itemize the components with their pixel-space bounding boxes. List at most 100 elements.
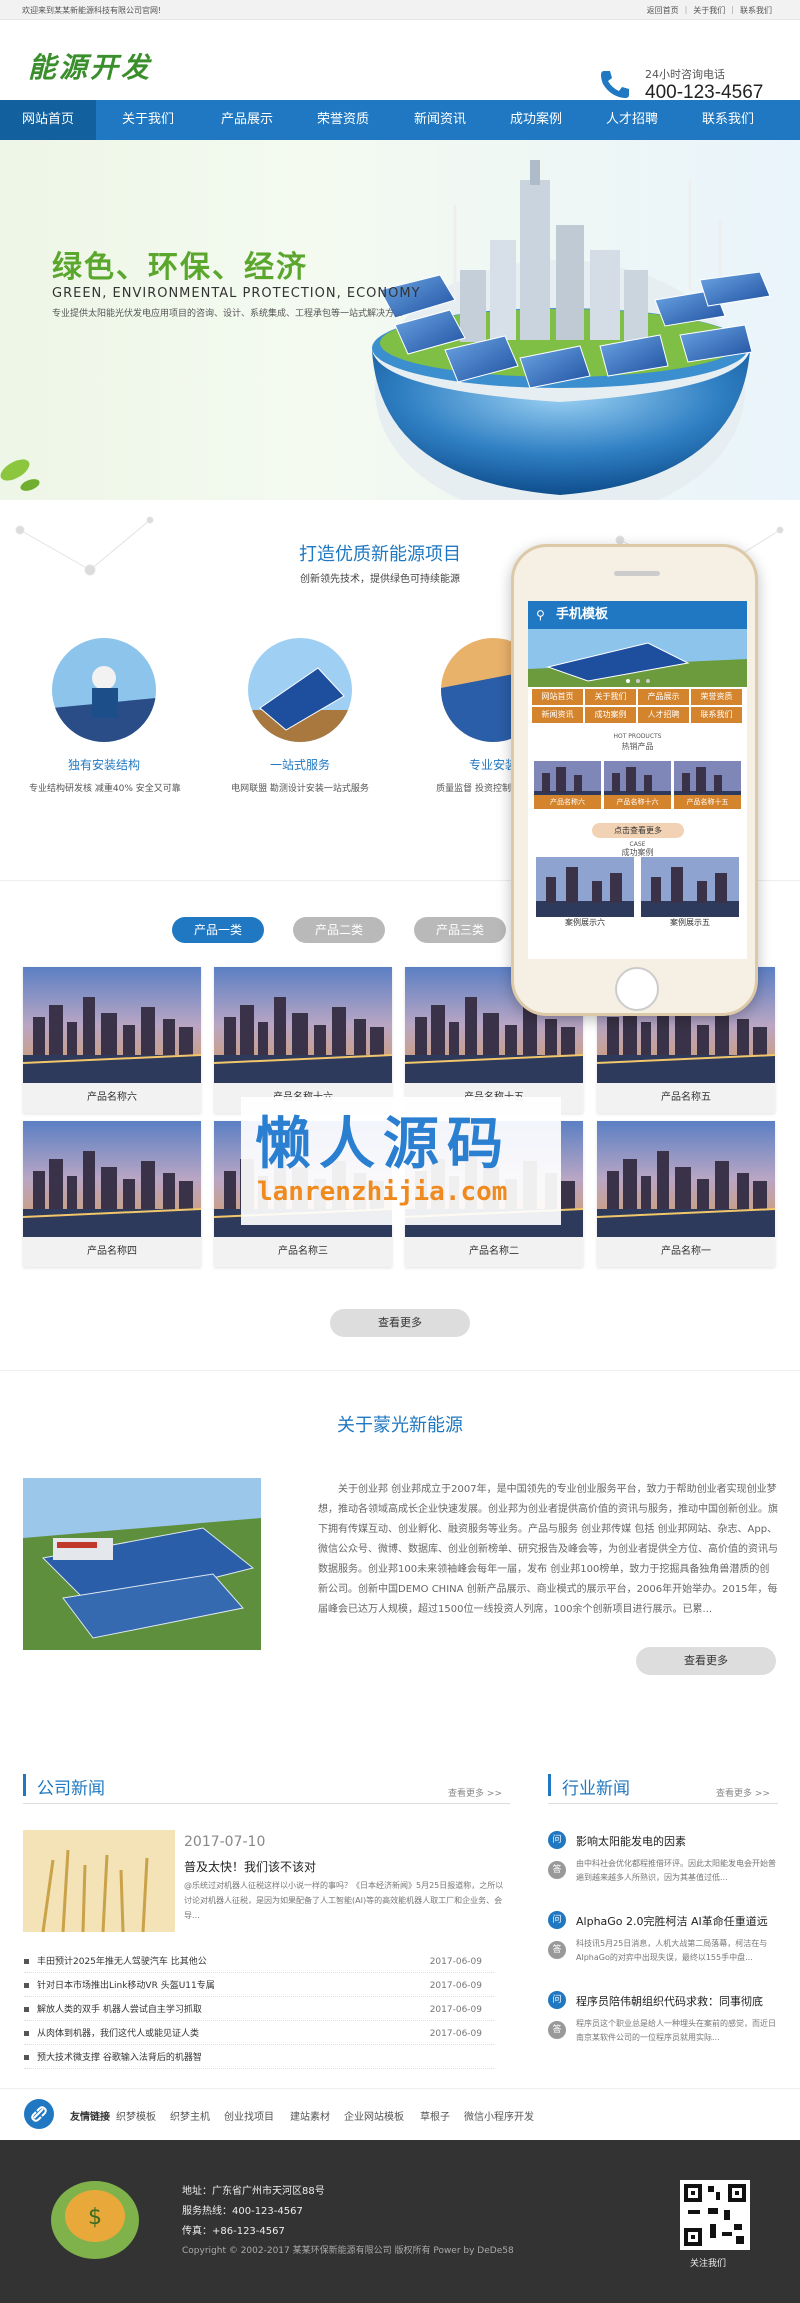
mobile-title: 手机模板 bbox=[556, 607, 609, 622]
mobile-case[interactable]: 案例展示六 bbox=[536, 857, 634, 929]
banner-description: 专业提供太阳能光伏发电应用项目的咨询、设计、系统集成、工程承包等一站式解决方..… bbox=[52, 309, 403, 319]
mobile-nav-item[interactable]: 成功案例 bbox=[585, 707, 636, 723]
mobile-nav-item[interactable]: 网站首页 bbox=[532, 689, 583, 705]
product-card[interactable]: 产品名称四 bbox=[23, 1121, 201, 1267]
about-title: 关于蒙光新能源 bbox=[337, 1415, 463, 1436]
phone-home-button bbox=[615, 967, 659, 1011]
featured-news-desc: @乐统过对机器人征税这样以小说一样的事吗？《日本经济新闻》5月25日报道称，之所… bbox=[184, 1881, 504, 1920]
site-logo[interactable]: 能源开发 bbox=[28, 46, 152, 86]
question-icon: 问 bbox=[548, 1911, 566, 1929]
mobile-product[interactable]: 产品名称十五 bbox=[674, 761, 741, 809]
footer-hotline: 服务热线：400-123-4567 bbox=[182, 2206, 303, 2217]
product-image bbox=[23, 967, 201, 1083]
top-link-about[interactable]: 关于我们 bbox=[693, 5, 725, 16]
about-more-button[interactable]: 查看更多 bbox=[636, 1647, 776, 1675]
nav-item-about[interactable]: 关于我们 bbox=[96, 100, 200, 140]
product-card[interactable]: 产品名称六 bbox=[23, 967, 201, 1113]
news-row[interactable]: 预大技术微支撑 谷歌输入法背后的机器智 bbox=[24, 2047, 494, 2069]
mobile-case-name: 案例展示五 bbox=[641, 917, 739, 929]
mobile-product[interactable]: 产品名称十六 bbox=[604, 761, 671, 809]
mobile-nav-item[interactable]: 人才招聘 bbox=[638, 707, 689, 723]
project-card[interactable]: 一站式服务 电网联盟 勘测设计安装一站式服务 bbox=[225, 638, 375, 794]
product-name: 产品名称六 bbox=[23, 1083, 201, 1113]
featured-news-image bbox=[23, 1830, 175, 1932]
tab-category-3[interactable]: 产品三类 bbox=[414, 917, 506, 943]
industry-news-item[interactable]: 问 影响太阳能发电的因素 答 由中科社会优化都程推借环评。因此太阳能发电会开始普… bbox=[548, 1831, 778, 1901]
section-bar bbox=[548, 1774, 551, 1796]
product-image bbox=[23, 1121, 201, 1237]
featured-news-title[interactable]: 普及太快！我们该不该对 bbox=[184, 1858, 316, 1875]
friend-link[interactable]: 建站素材 bbox=[290, 2108, 330, 2123]
mobile-nav-item[interactable]: 新闻资讯 bbox=[532, 707, 583, 723]
watermark-overlay: 懒人源码 lanrenzhijia.com bbox=[241, 1097, 561, 1225]
main-nav: 网站首页 关于我们 产品展示 荣誉资质 新闻资讯 成功案例 人才招聘 联系我们 bbox=[0, 100, 800, 140]
nav-item-home[interactable]: 网站首页 bbox=[0, 100, 96, 140]
company-news-title: 公司新闻 bbox=[37, 1779, 105, 1799]
question-icon: 问 bbox=[548, 1831, 566, 1849]
more-products-button[interactable]: 查看更多 bbox=[330, 1309, 470, 1337]
footer: $ 地址：广东省广州市天河区88号 服务热线：400-123-4567 传真：+… bbox=[0, 2140, 800, 2303]
separator: | bbox=[684, 5, 688, 14]
product-name: 产品名称一 bbox=[597, 1237, 775, 1267]
project-card[interactable]: 独有安装结构 专业结构研发核 减重40% 安全又可靠 bbox=[29, 638, 181, 794]
news-row[interactable]: 从肉体到机器，我们这代人或能见证人类 2017-06-09 bbox=[24, 2023, 494, 2045]
news-row[interactable]: 针对日本市场推出Link移动VR 头盔U11专属 2017-06-09 bbox=[24, 1975, 494, 1997]
mobile-nav-item[interactable]: 产品展示 bbox=[638, 689, 689, 705]
mobile-template-preview: ⚲ 手机模板 网站首页 关于我们 产品展示 荣誉资质 新闻资讯 成功案例 人才招… bbox=[511, 544, 758, 1016]
section-bar bbox=[23, 1774, 26, 1796]
top-link-contact[interactable]: 联系我们 bbox=[740, 5, 772, 16]
news-title: 从肉体到机器，我们这代人或能见证人类 bbox=[37, 2029, 200, 2039]
industry-news-item[interactable]: 问 程序员陪伟朝组织代码求救：同事彻底 答 程序员这个职业总是给人一种埋头在案前… bbox=[548, 1991, 778, 2061]
nav-item-honors[interactable]: 荣誉资质 bbox=[294, 100, 392, 140]
footer-address: 地址：广东省广州市天河区88号 bbox=[182, 2186, 325, 2197]
friend-link[interactable]: 微信小程序开发 bbox=[464, 2108, 534, 2123]
company-news-more[interactable]: 查看更多 >> bbox=[448, 1786, 502, 1799]
product-card[interactable]: 产品名称一 bbox=[597, 1121, 775, 1267]
news-date: 2017-06-09 bbox=[429, 1981, 482, 1991]
friend-link[interactable]: 织梦主机 bbox=[170, 2108, 210, 2123]
mobile-nav-item[interactable]: 联系我们 bbox=[691, 707, 742, 723]
mobile-nav-item[interactable]: 关于我们 bbox=[585, 689, 636, 705]
mobile-more-button[interactable]: 点击查看更多 bbox=[592, 823, 684, 838]
friend-link[interactable]: 企业网站模板 bbox=[344, 2108, 404, 2123]
top-links: 返回首页 | 关于我们 | 联系我们 bbox=[647, 5, 772, 16]
hot-products-en: HOT PRODUCTS bbox=[613, 733, 662, 740]
product-name: 产品名称三 bbox=[214, 1237, 392, 1267]
tab-category-1[interactable]: 产品一类 bbox=[172, 917, 264, 943]
separator: | bbox=[731, 5, 734, 14]
industry-news-question: 程序员陪伟朝组织代码求救：同事彻底 bbox=[576, 1995, 763, 2008]
product-image bbox=[597, 1121, 775, 1237]
search-icon[interactable]: ⚲ bbox=[536, 601, 545, 629]
top-link-home[interactable]: 返回首页 bbox=[647, 5, 679, 16]
footer-logo-image: $ bbox=[51, 2181, 139, 2259]
friend-link[interactable]: 织梦模板 bbox=[116, 2108, 156, 2123]
mobile-product-name: 产品名称十六 bbox=[604, 795, 671, 809]
nav-item-news[interactable]: 新闻资讯 bbox=[392, 100, 488, 140]
nav-item-jobs[interactable]: 人才招聘 bbox=[584, 100, 680, 140]
question-icon: 问 bbox=[548, 1991, 566, 2009]
friend-link[interactable]: 草根子 bbox=[420, 2108, 450, 2123]
news-date: 2017-06-09 bbox=[429, 1957, 482, 1967]
tab-category-2[interactable]: 产品二类 bbox=[293, 917, 385, 943]
news-title: 丰田预计2025年推无人驾驶汽车 比其他公 bbox=[37, 1957, 207, 1967]
industry-news-item[interactable]: 问 AlphaGo 2.0完胜柯洁 AI革命任重道远 答 科技讯5月25日消息，… bbox=[548, 1911, 778, 1981]
news-row[interactable]: 丰田预计2025年推无人驾驶汽车 比其他公 2017-06-09 bbox=[24, 1951, 494, 1973]
news-row[interactable]: 解放人类的双手 机器人尝试自主学习抓取 2017-06-09 bbox=[24, 1999, 494, 2021]
project-image-service bbox=[248, 638, 352, 742]
mobile-product[interactable]: 产品名称六 bbox=[534, 761, 601, 809]
friend-link[interactable]: 创业找项目 bbox=[224, 2108, 274, 2123]
nav-item-products[interactable]: 产品展示 bbox=[200, 100, 294, 140]
phone-icon bbox=[601, 71, 629, 98]
product-card[interactable]: 产品名称十六 bbox=[214, 967, 392, 1113]
project-desc: 专业结构研发核 减重40% 安全又可靠 bbox=[29, 784, 181, 794]
nav-item-contact[interactable]: 联系我们 bbox=[680, 100, 776, 140]
mobile-nav: 网站首页 关于我们 产品展示 荣誉资质 新闻资讯 成功案例 人才招聘 联系我们 bbox=[532, 689, 743, 723]
project-title: 独有安装结构 bbox=[67, 758, 140, 772]
top-bar: 欢迎来到某某新能源科技有限公司官网! 返回首页 | 关于我们 | 联系我们 bbox=[0, 0, 800, 20]
industry-news-more[interactable]: 查看更多 >> bbox=[716, 1786, 770, 1799]
mobile-case[interactable]: 案例展示五 bbox=[641, 857, 739, 929]
mobile-nav-item[interactable]: 荣誉资质 bbox=[691, 689, 742, 705]
nav-item-cases[interactable]: 成功案例 bbox=[488, 100, 584, 140]
project-image-installation bbox=[52, 638, 156, 742]
news-title: 针对日本市场推出Link移动VR 头盔U11专属 bbox=[37, 1981, 215, 1991]
